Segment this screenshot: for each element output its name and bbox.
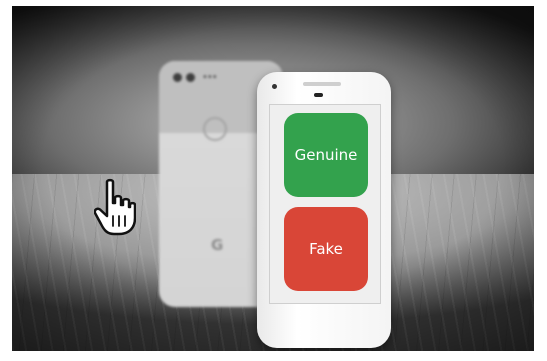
phone-screen: Genuine Fake (269, 104, 381, 304)
photo-scene: ••• G Genuine Fake (12, 6, 534, 351)
mic-dots-icon: ••• (202, 72, 218, 83)
rear-flash-icon (186, 73, 195, 82)
front-phone: Genuine Fake (257, 72, 391, 348)
rear-camera-icon (173, 73, 182, 82)
fake-button[interactable]: Fake (284, 207, 368, 291)
fake-button-label: Fake (309, 240, 343, 258)
google-logo: G (211, 236, 224, 254)
genuine-button-label: Genuine (294, 146, 358, 164)
fingerprint-sensor-icon (203, 117, 227, 141)
hand-pointer-icon (94, 178, 136, 236)
front-camera-icon (272, 84, 277, 89)
earpiece-speaker (303, 82, 341, 86)
genuine-button[interactable]: Genuine (284, 113, 368, 197)
proximity-sensor (314, 93, 323, 97)
